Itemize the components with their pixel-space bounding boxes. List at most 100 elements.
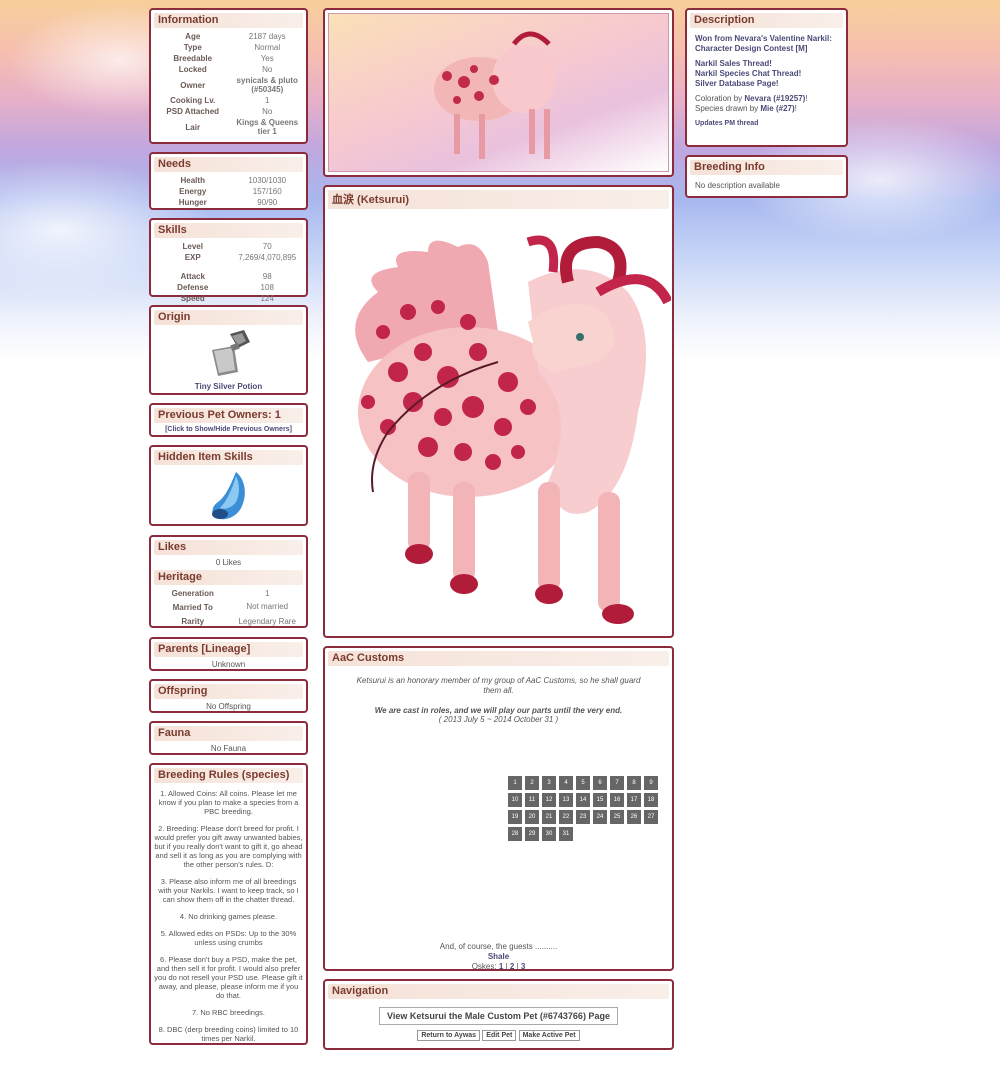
hidden-item[interactable] [154,468,303,526]
member-day-link[interactable]: 20 [525,810,539,824]
breeding-rules-title: Breeding Rules (species) [154,768,303,783]
member-day-link[interactable]: 11 [525,793,539,807]
info-key: PSD Attached [166,107,220,116]
navigation-title: Navigation [328,984,669,999]
info-value: Yes [260,54,274,63]
aac-quote-text: We are cast in roles, and we will play o… [374,706,623,715]
view-pet-row: View Ketsurui the Male Custom Pet (#6743… [328,1007,669,1025]
member-day-link[interactable]: 10 [508,793,522,807]
oskes-separator: | [505,962,508,971]
narkil-sales-link[interactable]: Narkil Sales Thread! [695,59,838,69]
breeding-info-panel: Breeding Info No description available [685,155,848,198]
member-day-link[interactable]: 27 [644,810,658,824]
member-day-link[interactable]: 23 [576,810,590,824]
species-line: Species drawn by Mie (#27)! [695,104,838,114]
rule-item: 5. Allowed edits on PSDs: Up to the 30% … [160,929,297,947]
silver-database-link[interactable]: Silver Database Page! [695,79,838,89]
skills-panel: Skills Level 70 EXP 7,269/4,070,895 Attack… [149,218,308,303]
origin-item[interactable]: Tiny Silver Potion [154,328,303,391]
fauna-title: Fauna [154,726,303,741]
narkil-chat-link[interactable]: Narkil Species Chat Thread! [695,69,838,79]
species-suffix: ! [794,104,797,113]
breeding-rules-panel: Breeding Rules (species) 1. Allowed Coin… [149,763,308,1045]
species-user-link[interactable]: Mie (#27) [760,104,794,113]
member-day-link[interactable]: 5 [576,776,590,790]
member-day-link[interactable]: 9 [644,776,658,790]
needs-key: Health [180,176,205,185]
oskes-page-3-link[interactable]: 3 [521,962,525,971]
breeding-info-title: Breeding Info [690,160,843,175]
view-pet-page-button[interactable]: View Ketsurui the Male Custom Pet (#6743… [379,1007,618,1025]
oskes-page-2-link[interactable]: 2 [510,962,514,971]
info-key: Lair [185,122,201,132]
lair-link[interactable]: Kings & Queens tier 1 [231,117,303,137]
member-day-link[interactable]: 14 [576,793,590,807]
member-day-link[interactable]: 1 [508,776,522,790]
oskes-pager: Oskes: 1 | 2 | 3 [328,962,669,972]
heritage-key: Generation [171,589,214,598]
skills-key: Defense [177,283,209,292]
member-day-link[interactable]: 19 [508,810,522,824]
return-to-aywas-button[interactable]: Return to Aywas [417,1030,481,1041]
skills-row-defense: Defense 108 [154,282,303,293]
heritage-key: Married To [172,603,213,612]
needs-row-energy: Energy 157/160 [154,186,303,197]
edit-pet-button[interactable]: Edit Pet [482,1030,517,1041]
parents-title[interactable]: Parents [Lineage] [154,642,303,657]
member-day-link[interactable]: 7 [610,776,624,790]
owner-link[interactable]: synicals & pluto (#50345) [231,75,303,95]
needs-panel: Needs Health 1030/1030 Energy 157/160 Hung… [149,152,308,210]
information-title: Information [154,13,303,28]
guests-text: And, of course, the guests .......... [439,942,558,951]
member-day-link[interactable]: 2 [525,776,539,790]
skills-title: Skills [154,223,303,238]
oskes-page-1-link[interactable]: 1 [499,962,503,971]
rule-item: 7. No RBC breedings. [192,1008,265,1017]
contest-link[interactable]: Won from Nevara's Valentine Narkil: Char… [695,34,838,54]
needs-key: Energy [179,187,207,196]
nav-buttons-row: Return to Aywas Edit Pet Make Active Pet [328,1030,669,1041]
member-day-link[interactable]: 24 [593,810,607,824]
member-day-link[interactable]: 21 [542,810,556,824]
coloration-prefix: Coloration by [695,94,743,103]
species-prefix: Species drawn by [695,104,759,113]
coloration-user-link[interactable]: Nevara (#19257) [744,94,805,103]
info-row-owner: Owner synicals & pluto (#50345) [154,75,303,95]
member-day-link[interactable]: 12 [542,793,556,807]
aac-guests: And, of course, the guests .......... Sh… [328,942,669,972]
guest-name-link[interactable]: Shale [328,952,669,962]
make-active-pet-button[interactable]: Make Active Pet [518,1030,580,1041]
member-day-link[interactable]: 28 [508,827,522,841]
member-day-link[interactable]: 4 [559,776,573,790]
toggle-previous-owners-link[interactable]: [Click to Show/Hide Previous Owners] [154,426,303,433]
updates-pm-link[interactable]: Updates PM thread [695,119,838,129]
member-day-link[interactable]: 13 [559,793,573,807]
aac-dates-text: ( 2013 July 5 ~ 2014 October 31 ) [438,715,559,724]
hidden-item-skills-title: Hidden Item Skills [154,450,303,465]
skills-key: Level [182,242,203,251]
fauna-value: No Fauna [210,744,247,753]
blue-item-icon [211,472,245,520]
member-day-link[interactable]: 26 [627,810,641,824]
member-day-link[interactable]: 30 [542,827,556,841]
skills-table: Level 70 EXP 7,269/4,070,895 Attack 98 Defe… [154,241,303,304]
info-row-age: Age 2187 days [154,31,303,42]
member-day-link[interactable]: 31 [559,827,573,841]
member-day-link[interactable]: 6 [593,776,607,790]
info-value: 2187 days [248,32,286,41]
member-day-link[interactable]: 22 [559,810,573,824]
heritage-title: Heritage [154,570,303,585]
information-panel: Information Age 2187 days Type Normal Bree… [149,8,308,144]
member-day-link[interactable]: 8 [627,776,641,790]
skills-key: Attack [180,272,205,281]
oskes-label: Oskes: [471,962,497,971]
rule-item: 6. Please don't buy a PSD, make the pet,… [154,955,303,1000]
member-day-link[interactable]: 25 [610,810,624,824]
needs-table: Health 1030/1030 Energy 157/160 Hunger 90/9… [154,175,303,208]
member-day-link[interactable]: 18 [644,793,658,807]
member-day-link[interactable]: 15 [593,793,607,807]
member-day-link[interactable]: 29 [525,827,539,841]
member-day-link[interactable]: 17 [627,793,641,807]
member-day-link[interactable]: 16 [610,793,624,807]
member-day-link[interactable]: 3 [542,776,556,790]
